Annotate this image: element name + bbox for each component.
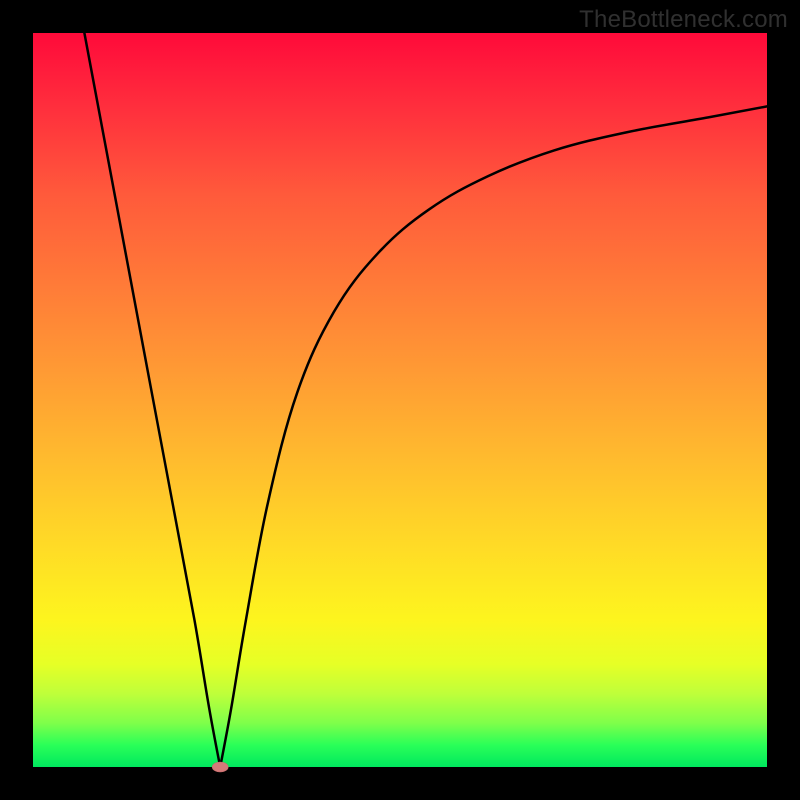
watermark-label: TheBottleneck.com	[579, 6, 788, 34]
plot-area	[33, 33, 767, 767]
vertex-marker	[212, 762, 228, 772]
chart-frame: TheBottleneck.com	[0, 0, 800, 800]
curve-right-branch	[220, 106, 767, 767]
bottleneck-curve	[33, 33, 767, 767]
curve-left-branch	[84, 33, 220, 767]
